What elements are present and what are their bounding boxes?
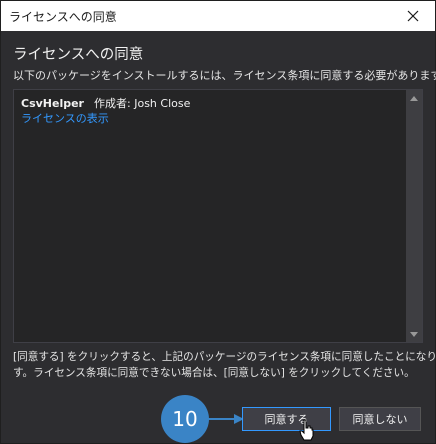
license-dialog: ライセンスへの同意 ライセンスへの同意 以下のパッケージをインストールするには、… bbox=[0, 0, 436, 444]
dialog-content: ライセンスへの同意 以下のパッケージをインストールするには、ライセンス条項に同意… bbox=[1, 31, 436, 443]
package-list[interactable]: CsvHelper 作成者: Josh Close ライセンスの表示 bbox=[13, 89, 423, 343]
arrow-right-icon bbox=[208, 414, 244, 424]
agreement-note-line: す。ライセンス条項に同意できない場合は、[同意しない] をクリックしてください。 bbox=[13, 367, 415, 379]
pointer-cursor-icon bbox=[299, 419, 314, 441]
agree-button[interactable]: 同意する bbox=[242, 407, 331, 431]
step-badge: 10 bbox=[161, 395, 209, 443]
dialog-description: 以下のパッケージをインストールするには、ライセンス条項に同意する必要があります。 bbox=[13, 69, 436, 82]
list-item: CsvHelper 作成者: Josh Close bbox=[21, 95, 190, 111]
view-license-link[interactable]: ライセンスの表示 bbox=[21, 110, 109, 126]
window-title: ライセンスへの同意 bbox=[9, 10, 117, 24]
agreement-note: [同意する] をクリックすると、上記のパッケージのライセンス条項に同意したことに… bbox=[13, 349, 436, 381]
close-icon bbox=[407, 10, 419, 22]
agreement-note-line: [同意する] をクリックすると、上記のパッケージのライセンス条項に同意したことに… bbox=[13, 351, 436, 363]
title-bar: ライセンスへの同意 bbox=[1, 1, 435, 31]
chevron-up-icon bbox=[410, 95, 418, 101]
scroll-up-button[interactable] bbox=[406, 90, 422, 106]
dialog-heading: ライセンスへの同意 bbox=[13, 47, 144, 63]
author-label: 作成者: bbox=[94, 97, 131, 110]
package-name: CsvHelper bbox=[21, 97, 84, 110]
chevron-down-icon bbox=[410, 331, 418, 337]
vertical-scrollbar[interactable] bbox=[406, 90, 422, 342]
package-author: Josh Close bbox=[134, 97, 191, 110]
scroll-track[interactable] bbox=[408, 108, 420, 324]
disagree-button[interactable]: 同意しない bbox=[339, 407, 421, 431]
close-button[interactable] bbox=[391, 1, 435, 31]
scroll-down-button[interactable] bbox=[406, 326, 422, 342]
